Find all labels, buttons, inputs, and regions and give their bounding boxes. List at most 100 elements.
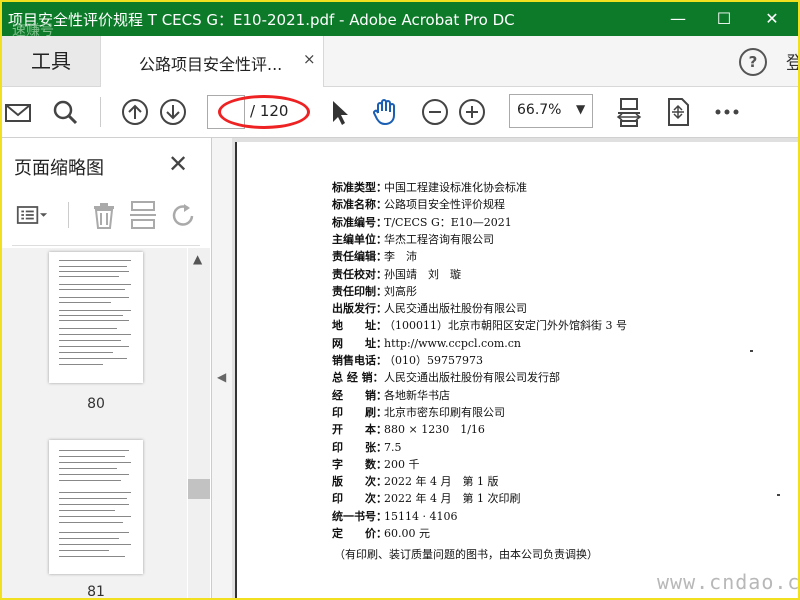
- tab-bar: 工具 公路项目安全性评... × ? 登: [2, 36, 798, 87]
- zoom-value: 66.7%: [517, 102, 562, 118]
- colophon-key: 字 数：: [332, 457, 387, 471]
- tab-close-button[interactable]: ×: [303, 50, 316, 68]
- colophon-row: 经 销：各地新华书店: [332, 387, 450, 403]
- next-page-icon[interactable]: [158, 97, 188, 127]
- colophon-row: 开 本：880 × 1230 1/16: [332, 421, 485, 437]
- previous-page-icon[interactable]: [120, 97, 150, 127]
- panel-separator: [12, 245, 200, 246]
- insert-page-icon[interactable]: [128, 200, 160, 230]
- colophon-key: 网 址：: [332, 336, 387, 350]
- colophon-row: 印 张：7.5: [332, 439, 402, 455]
- thumbnail-page-number: 80: [87, 396, 105, 412]
- colophon-key: 标准编号：: [332, 215, 387, 229]
- colophon-row: 印 刷：北京市密东印刷有限公司: [332, 404, 505, 420]
- colophon-row: 网 址：http://www.ccpcl.com.cn: [332, 335, 521, 351]
- colophon-key: 印 张：: [332, 440, 387, 454]
- thumbnail-page[interactable]: [49, 252, 143, 383]
- fit-width-icon[interactable]: [614, 97, 644, 127]
- colophon-key: 出版发行：: [332, 302, 387, 316]
- panel-splitter[interactable]: ◀: [212, 138, 232, 598]
- colophon-value: 北京市密东印刷有限公司: [384, 405, 505, 419]
- toolbar: / 120 66.7% ▼: [2, 87, 798, 138]
- scan-speck: [750, 350, 753, 352]
- rotate-icon[interactable]: [168, 200, 200, 230]
- colophon-row: 责任编辑：李 沛: [332, 248, 417, 264]
- colophon-row: 主编单位：华杰工程咨询有限公司: [332, 231, 494, 247]
- maximize-button[interactable]: ☐: [702, 4, 746, 34]
- help-button[interactable]: ?: [739, 48, 767, 76]
- colophon-key: 开 本：: [332, 423, 387, 437]
- colophon-value: 公路项目安全性评价规程: [384, 198, 505, 212]
- close-window-button[interactable]: ✕: [750, 4, 794, 34]
- mail-icon[interactable]: [4, 97, 34, 127]
- delete-icon[interactable]: [88, 200, 120, 230]
- window-title: 项目安全性评价规程 T CECS G：E10-2021.pdf - Adobe …: [8, 11, 515, 29]
- colophon-row: 地 址：（100011）北京市朝阳区安定门外外馆斜街 3 号: [332, 317, 627, 333]
- document-page: 标准类型：中国工程建设标准化协会标准 标准名称：公路项目安全性评价规程 标准编号：T…: [235, 142, 798, 598]
- colophon-value: http://www.ccpcl.com.cn: [384, 336, 522, 350]
- colophon-key: 责任编辑：: [332, 250, 387, 264]
- chevron-down-icon: ▼: [576, 102, 586, 116]
- tab-document-label: 公路项目安全性评...: [139, 55, 283, 74]
- more-options-icon[interactable]: [712, 97, 742, 127]
- highlight-ellipse: [218, 95, 310, 129]
- colophon-value: （010）59757973: [384, 354, 483, 367]
- scan-speck: [777, 494, 780, 496]
- options-menu-icon[interactable]: [16, 200, 48, 230]
- colophon-value: 60.00 元: [384, 527, 430, 540]
- full-screen-icon[interactable]: [663, 97, 693, 127]
- colophon-key: 版 次：: [332, 475, 387, 489]
- thumbnail-page-number: 81: [87, 584, 105, 598]
- colophon-value: 7.5: [384, 440, 402, 454]
- zoom-select[interactable]: 66.7% ▼: [509, 94, 593, 128]
- tab-document[interactable]: 公路项目安全性评... ×: [100, 36, 324, 87]
- hand-tool-icon[interactable]: [370, 97, 400, 127]
- colophon-row: 责任校对：孙国靖 刘 璇: [332, 266, 461, 282]
- colophon-key: 印 次：: [332, 492, 387, 506]
- colophon-key: 定 价：: [332, 527, 387, 540]
- close-panel-button[interactable]: ✕: [168, 150, 188, 178]
- colophon-row: 出版发行：人民交通出版社股份有限公司: [332, 300, 527, 316]
- colophon-row: 印 次：2022 年 4 月 第 1 次印刷: [332, 490, 520, 506]
- toolbar-divider: [100, 97, 101, 127]
- colophon-value: 人民交通出版社股份有限公司发行部: [384, 371, 560, 385]
- colophon-value: 华杰工程咨询有限公司: [384, 232, 494, 246]
- search-icon[interactable]: [50, 97, 80, 127]
- colophon-value: 2022 年 4 月 第 1 版: [384, 475, 499, 489]
- colophon-key: 经 销：: [332, 388, 387, 402]
- scrollbar-thumb[interactable]: [188, 479, 210, 499]
- colophon-value: （100011）北京市朝阳区安定门外外馆斜街 3 号: [384, 319, 627, 333]
- colophon-key: 标准名称：: [332, 198, 387, 212]
- scroll-up-icon[interactable]: ▲: [193, 252, 202, 266]
- title-bar: 项目安全性评价规程 T CECS G：E10-2021.pdf - Adobe …: [2, 2, 798, 36]
- colophon-value: 880 × 1230 1/16: [384, 423, 485, 437]
- colophon-key: 销售电话：: [332, 354, 387, 367]
- colophon-row: 定 价：60.00 元: [332, 525, 430, 541]
- colophon-key: 印 刷：: [332, 405, 387, 419]
- colophon-key: 标准类型：: [332, 181, 387, 194]
- tab-tools[interactable]: 工具: [2, 36, 100, 86]
- zoom-out-icon[interactable]: [420, 97, 450, 127]
- select-arrow-icon[interactable]: [324, 97, 354, 127]
- colophon-note: （有印刷、装订质量问题的图书，由本公司负责调换）: [334, 548, 598, 561]
- panel-divider: [68, 202, 69, 228]
- colophon-value: 各地新华书店: [384, 388, 450, 402]
- colophon-value: 200 千: [384, 457, 420, 471]
- colophon-key: 统一书号：: [332, 509, 387, 523]
- minimize-button[interactable]: —: [656, 4, 700, 34]
- colophon-row: 销售电话：（010）59757973: [332, 352, 483, 368]
- thumbnail-scrollbar[interactable]: ▲: [188, 248, 210, 598]
- colophon-key: 总 经 销：: [332, 371, 384, 385]
- colophon-row: 统一书号：15114 · 4106: [332, 508, 457, 524]
- zoom-in-icon[interactable]: [457, 97, 487, 127]
- colophon-value: 15114 · 4106: [384, 509, 458, 523]
- colophon-key: 地 址：: [332, 319, 387, 333]
- thumbnail-list: 80 81: [2, 248, 187, 598]
- app-window: 项目安全性评价规程 T CECS G：E10-2021.pdf - Adobe …: [0, 0, 800, 600]
- colophon-key: 主编单位：: [332, 232, 387, 246]
- colophon-value: T/CECS G：E10—2021: [384, 215, 512, 229]
- collapse-panel-icon[interactable]: ◀: [217, 370, 226, 384]
- sign-in-link[interactable]: 登: [786, 49, 798, 75]
- thumbnail-panel: 页面缩略图 ✕ 80 81 ▲: [2, 138, 212, 598]
- thumbnail-page[interactable]: [49, 440, 143, 574]
